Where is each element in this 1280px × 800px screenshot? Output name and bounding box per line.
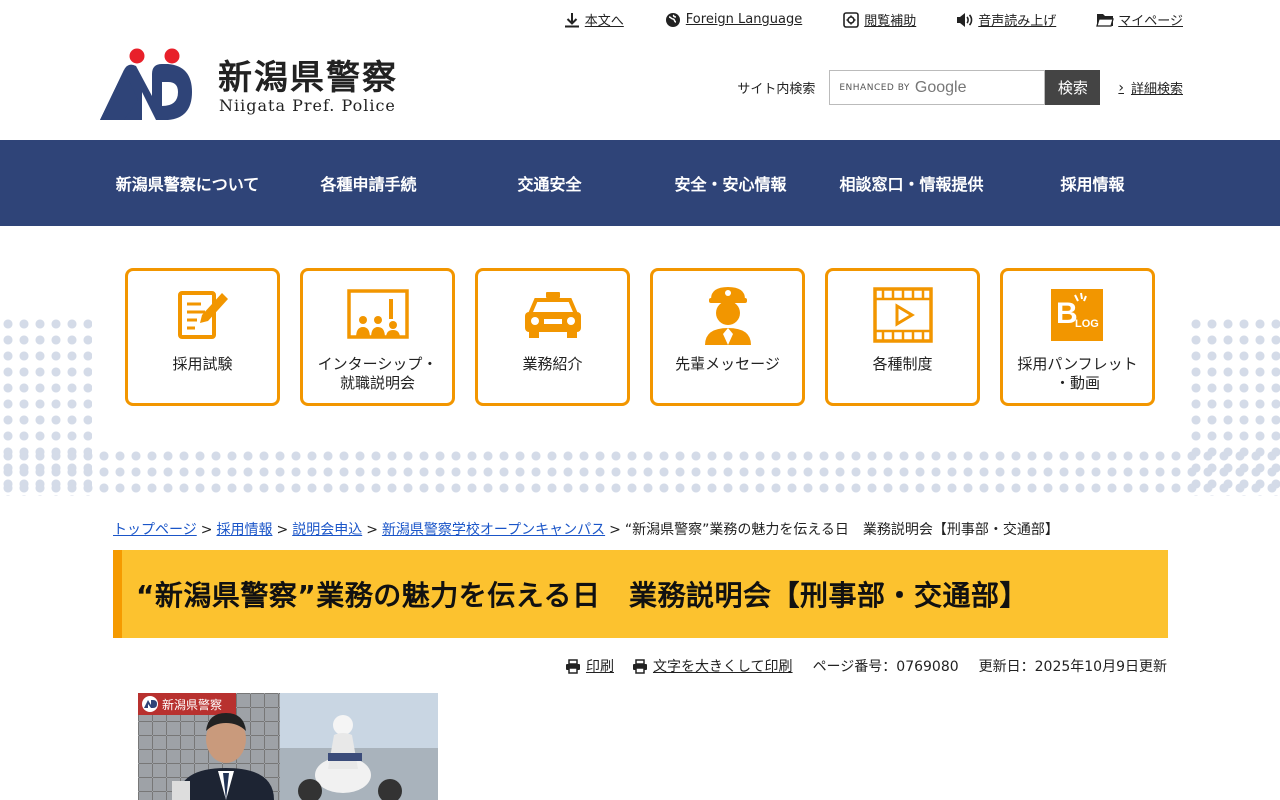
search-provider-logo: Google: [914, 78, 967, 96]
accessibility-label: 閲覧補助: [864, 14, 917, 29]
breadcrumb-link-briefing[interactable]: 説明会申込: [292, 522, 362, 538]
skip-to-content-link[interactable]: 本文へ: [563, 10, 624, 29]
updated-date: 更新日：2025年10月9日更新: [978, 659, 1167, 675]
menu-card-exam-label: 採用試験: [172, 355, 233, 373]
settings-box-icon: [842, 11, 860, 29]
my-page-link[interactable]: マイページ: [1096, 10, 1183, 29]
video-play-icon: [871, 287, 935, 343]
accessibility-link[interactable]: 閲覧補助: [842, 10, 916, 29]
menu-card-internship[interactable]: インターシップ・ 就職説明会: [300, 268, 455, 406]
printer-icon: [565, 658, 580, 674]
svg-text:LOG: LOG: [1075, 318, 1099, 330]
page-title-box: “新潟県警察”業務の魅力を伝える日 業務説明会【刑事部・交通部】: [113, 550, 1168, 638]
recruitment-menu: 採用試験 インターシップ・ 就職説明会 業務紹介 先輩メッセージ 各種制度 BL…: [125, 268, 1155, 406]
folder-icon: [1096, 11, 1115, 29]
police-officer-icon: [696, 287, 760, 345]
breadcrumb-link-top[interactable]: トップページ: [113, 522, 197, 538]
menu-card-pamphlet-label: 採用パンフレット ・動画: [1017, 355, 1138, 392]
site-search: サイト内検索 ENHANCED BY Google 検索 › 詳細検索: [737, 70, 1183, 105]
exam-document-icon: [171, 287, 235, 343]
advanced-search-label: 詳細検索: [1130, 82, 1183, 97]
search-label: サイト内検索: [737, 82, 816, 97]
menu-card-exam[interactable]: 採用試験: [125, 268, 280, 406]
search-input[interactable]: ENHANCED BY Google: [829, 70, 1046, 105]
menu-card-work-intro-label: 業務紹介: [522, 355, 583, 373]
nav-item-recruitment[interactable]: 採用情報: [1002, 140, 1183, 226]
nav-item-applications[interactable]: 各種申請手続: [278, 140, 459, 226]
dot-pattern-bottom: [0, 448, 1280, 496]
chevron-right-icon: ›: [1118, 79, 1124, 96]
page-tools: 印刷 文字を大きくして印刷 ページ番号：0769080 更新日：2025年10月…: [547, 656, 1167, 676]
speaker-icon: [956, 11, 974, 29]
breadcrumb-link-recruitment[interactable]: 採用情報: [216, 522, 272, 538]
police-car-icon: [521, 287, 585, 343]
read-aloud-label: 音声読み上げ: [978, 14, 1057, 29]
print-link[interactable]: 印刷: [565, 656, 614, 676]
nav-item-traffic-safety[interactable]: 交通安全: [459, 140, 640, 226]
read-aloud-link[interactable]: 音声読み上げ: [956, 10, 1056, 29]
menu-card-messages-label: 先輩メッセージ: [675, 355, 780, 373]
page-title: “新潟県警察”業務の魅力を伝える日 業務説明会【刑事部・交通部】: [136, 579, 1028, 612]
menu-card-internship-label: インターシップ・ 就職説明会: [317, 355, 438, 392]
photo-badge-text: 新潟県警察: [162, 697, 222, 712]
search-enhanced-by: ENHANCED BY: [839, 82, 910, 93]
foreign-language-link[interactable]: Foreign Language: [664, 10, 802, 29]
skip-to-content-label: 本文へ: [584, 14, 624, 29]
foreign-language-label: Foreign Language: [685, 12, 803, 27]
menu-card-systems[interactable]: 各種制度: [825, 268, 980, 406]
print-large-label: 文字を大きくして印刷: [652, 659, 793, 675]
nav-item-safety-info[interactable]: 安全・安心情報: [640, 140, 821, 226]
page-number: ページ番号：0769080: [812, 659, 959, 675]
logo-english-text: Niigata Pref. Police: [219, 96, 396, 115]
globe-icon: [664, 11, 682, 29]
menu-card-work-intro[interactable]: 業務紹介: [475, 268, 630, 406]
printer-icon: [632, 658, 647, 674]
breadcrumb-current: “新潟県警察”業務の魅力を伝える日 業務説明会【刑事部・交通部】: [624, 522, 1059, 538]
logo-japanese-text: 新潟県警察: [218, 58, 398, 98]
menu-card-pamphlet[interactable]: B LOG 採用パンフレット ・動画: [1000, 268, 1155, 406]
global-nav: 新潟県警察について 各種申請手続 交通安全 安全・安心情報 相談窓口・情報提供 …: [0, 140, 1280, 226]
event-photo: 新潟県警察: [138, 693, 438, 800]
menu-card-messages[interactable]: 先輩メッセージ: [650, 268, 805, 406]
blog-icon: B LOG: [1046, 287, 1110, 343]
utility-links: 本文へ Foreign Language 閲覧補助 音声読み上げ マイページ: [523, 10, 1183, 29]
presentation-board-icon: [346, 287, 410, 343]
search-button[interactable]: 検索: [1045, 70, 1101, 105]
advanced-search-link[interactable]: › 詳細検索: [1118, 78, 1183, 98]
police-emblem-icon: [100, 48, 192, 120]
nav-item-about[interactable]: 新潟県警察について: [97, 140, 278, 226]
breadcrumb: トップページ > 採用情報 > 説明会申込 > 新潟県警察学校オープンキャンパス > “新潟県警…: [113, 522, 1059, 538]
download-arrow-icon: [563, 11, 581, 29]
breadcrumb-link-open-campus[interactable]: 新潟県警察学校オープンキャンパス: [382, 522, 605, 538]
site-logo[interactable]: 新潟県警察 Niigata Pref. Police: [98, 48, 418, 122]
nav-item-consultation[interactable]: 相談窓口・情報提供: [821, 140, 1002, 226]
menu-card-systems-label: 各種制度: [872, 355, 933, 373]
print-label: 印刷: [585, 659, 614, 675]
print-large-link[interactable]: 文字を大きくして印刷: [632, 656, 793, 676]
my-page-label: マイページ: [1118, 14, 1183, 29]
